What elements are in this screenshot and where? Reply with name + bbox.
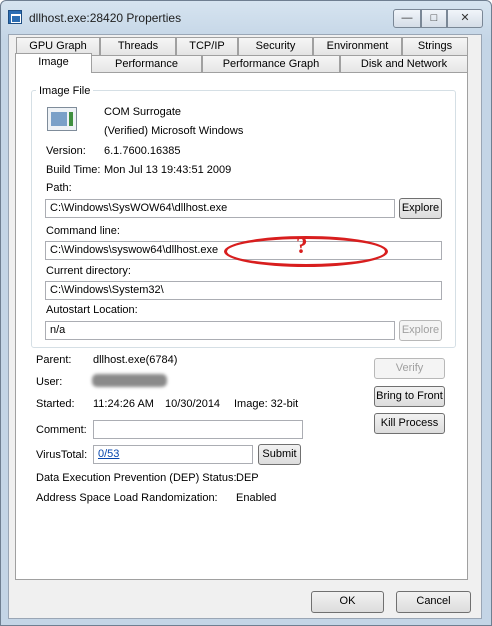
tab-image[interactable]: Image: [15, 53, 92, 73]
dep-label: Data Execution Prevention (DEP) Status:: [36, 472, 237, 484]
title-bar[interactable]: dllhost.exe:28420 Properties — □ ✕: [1, 1, 491, 35]
minimize-button[interactable]: —: [393, 9, 421, 28]
virustotal-result-link[interactable]: 0/53: [98, 448, 119, 460]
autostart-label: Autostart Location:: [46, 304, 138, 316]
kill-process-button[interactable]: Kill Process: [374, 413, 445, 434]
redacted-user-value: [92, 374, 167, 387]
submit-button[interactable]: Submit: [258, 444, 301, 465]
started-time: 11:24:26 AM: [93, 398, 154, 410]
window-title: dllhost.exe:28420 Properties: [29, 11, 182, 25]
parent-label: Parent:: [36, 354, 72, 366]
user-label: User:: [36, 376, 63, 388]
app-icon[interactable]: [8, 10, 22, 24]
dep-value: DEP: [236, 472, 259, 484]
tab-tcpip[interactable]: TCP/IP: [176, 37, 238, 55]
aslr-value: Enabled: [236, 492, 277, 504]
tab-strings[interactable]: Strings: [402, 37, 468, 55]
tab-performance[interactable]: Performance: [91, 55, 202, 73]
annotation-question-mark: ?: [296, 233, 308, 258]
path-explore-button[interactable]: Explore: [399, 198, 442, 219]
tab-disk-and-network[interactable]: Disk and Network: [340, 55, 468, 73]
image-file-group-label: Image File: [36, 85, 94, 97]
comment-field[interactable]: [93, 420, 303, 439]
started-label: Started:: [36, 398, 75, 410]
started-date: 10/30/2014: [165, 398, 221, 410]
current-directory-field[interactable]: C:\Windows\System32\: [45, 281, 442, 300]
aslr-label: Address Space Load Randomization:: [36, 492, 218, 504]
image-bitness: Image: 32-bit: [234, 398, 299, 410]
parent-value: dllhost.exe(6784): [93, 354, 178, 366]
cancel-button[interactable]: Cancel: [396, 591, 471, 613]
verify-button[interactable]: Verify: [374, 358, 445, 379]
virustotal-field: 0/53: [93, 445, 253, 464]
autostart-field[interactable]: n/a: [45, 321, 395, 340]
tab-threads[interactable]: Threads: [100, 37, 176, 55]
tab-environment[interactable]: Environment: [313, 37, 402, 55]
comment-label: Comment:: [36, 424, 87, 436]
current-directory-label: Current directory:: [46, 265, 131, 277]
tab-security[interactable]: Security: [238, 37, 313, 55]
version-label: Version:: [46, 145, 86, 157]
build-time-label: Build Time:: [46, 164, 101, 176]
bring-to-front-button[interactable]: Bring to Front: [374, 386, 445, 407]
build-time-value: Mon Jul 13 19:43:51 2009: [104, 164, 232, 176]
file-company: (Verified) Microsoft Windows: [104, 125, 244, 137]
virustotal-label: VirusTotal:: [36, 449, 88, 461]
command-line-label: Command line:: [46, 225, 120, 237]
close-button[interactable]: ✕: [447, 9, 483, 28]
version-value: 6.1.7600.16385: [104, 145, 181, 157]
executable-file-icon: [47, 107, 77, 131]
path-field[interactable]: C:\Windows\SysWOW64\dllhost.exe: [45, 199, 395, 218]
autostart-explore-button[interactable]: Explore: [399, 320, 442, 341]
tab-performance-graph[interactable]: Performance Graph: [202, 55, 340, 73]
path-label: Path:: [46, 182, 72, 194]
ok-button[interactable]: OK: [311, 591, 384, 613]
file-description: COM Surrogate: [104, 106, 182, 118]
maximize-button[interactable]: □: [421, 9, 447, 28]
